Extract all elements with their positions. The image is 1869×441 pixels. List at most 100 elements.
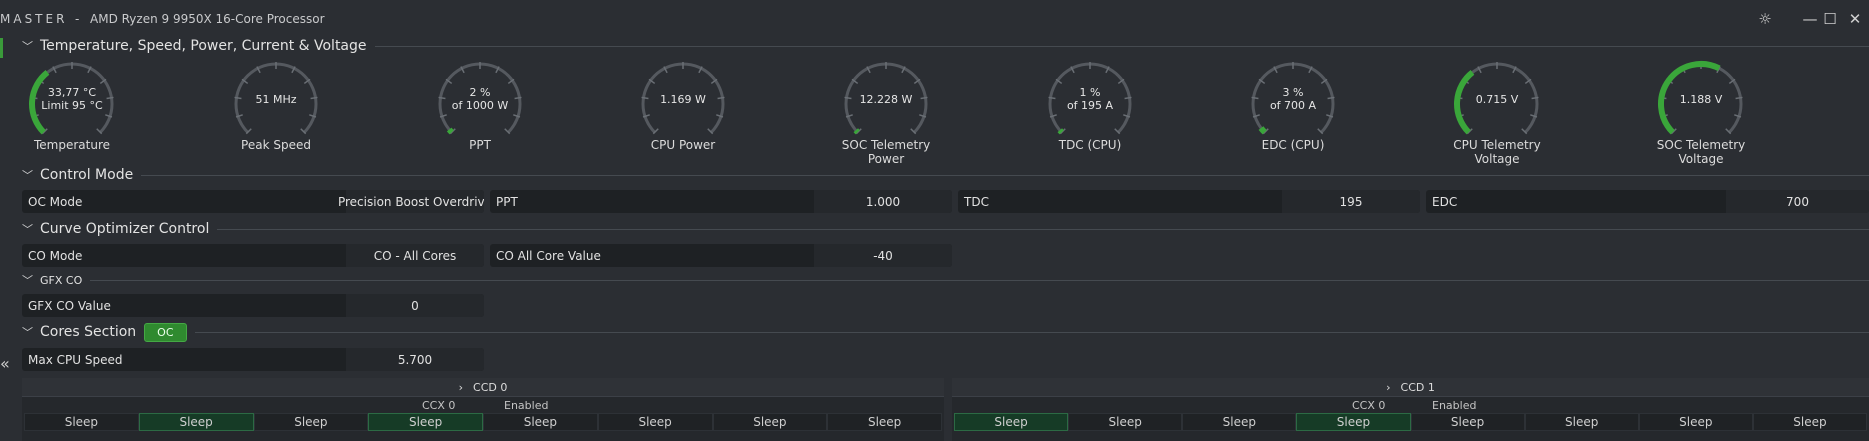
gauge-1: 51 MHz Peak Speed xyxy=(211,60,341,152)
active-tab-indicator xyxy=(0,38,3,58)
co-mode-label: CO Mode xyxy=(28,248,83,263)
maximize-icon[interactable]: ☐ xyxy=(1818,8,1842,30)
ccx-row: CCX 0 Enabled xyxy=(952,397,1869,413)
gauge-4: 12.228 W SOC Telemetry Power xyxy=(821,60,951,166)
core-cell[interactable]: Sleep xyxy=(597,413,713,431)
gauge-label: TDC (CPU) xyxy=(1058,138,1122,152)
oc-mode-label: OC Mode xyxy=(28,194,83,209)
core-cell[interactable]: Sleep xyxy=(712,413,828,431)
gauge-value: 51 MHz xyxy=(255,93,297,106)
section-control-mode[interactable]: ﹀ Control Mode xyxy=(22,164,1869,186)
ccx-name: CCX 0 xyxy=(422,399,456,412)
gauge-value: 3 % xyxy=(1282,86,1304,99)
title-bar: MASTER - AMD Ryzen 9 9950X 16-Core Proce… xyxy=(0,0,1869,38)
co-all-core-row: CO All Core Value -40 xyxy=(490,244,952,267)
ppt-input[interactable]: 1.000 xyxy=(814,190,952,213)
co-all-core-label: CO All Core Value xyxy=(496,248,601,263)
ccd-panel-0: › CCD 0 CCX 0 Enabled Sleep Sleep Sleep Sle… xyxy=(22,378,944,441)
co-mode-select[interactable]: CO - All Cores xyxy=(346,244,484,267)
gauge-fill xyxy=(1057,128,1064,135)
gauge-value: 12.228 W xyxy=(859,93,913,106)
gauge-label: Peak Speed xyxy=(241,138,311,152)
tdc-input[interactable]: 195 xyxy=(1282,190,1420,213)
ccd-name: CCD 0 xyxy=(473,380,508,394)
gauge-label: CPU Telemetry xyxy=(1453,138,1541,152)
core-cell[interactable]: Sleep xyxy=(1182,413,1297,431)
chevron-right-icon: › xyxy=(1386,380,1391,394)
max-cpu-speed-row: Max CPU Speed 5.700 xyxy=(22,348,484,371)
divider xyxy=(90,279,1869,281)
gauge-subvalue: of 195 A xyxy=(1066,99,1114,112)
gauge-label: SOC Telemetry xyxy=(841,138,931,152)
oc-mode-select[interactable]: Precision Boost Overdrive xyxy=(338,190,484,213)
tdc-label: TDC xyxy=(964,194,989,209)
gauge-label: SOC Telemetry xyxy=(1656,138,1746,152)
edc-input[interactable]: 700 xyxy=(1726,190,1869,213)
ccd-header[interactable]: › CCD 1 xyxy=(952,378,1869,397)
core-cell[interactable]: Sleep xyxy=(827,413,942,431)
chevron-down-icon: ﹀ xyxy=(22,223,33,236)
ccd-name: CCD 1 xyxy=(1400,380,1435,394)
core-cell[interactable]: Sleep xyxy=(1296,413,1411,431)
core-cell[interactable]: Sleep xyxy=(1638,413,1753,431)
title-separator: - xyxy=(75,12,80,26)
gauge-subvalue: of 700 A xyxy=(1269,99,1317,112)
gauge-fill xyxy=(853,128,860,135)
core-cell[interactable]: Sleep xyxy=(954,413,1069,431)
chevron-down-icon: ﹀ xyxy=(22,169,33,182)
gauge-0: 33,77 °C Limit 95 °C Temperature xyxy=(7,60,137,152)
core-cell[interactable]: Sleep xyxy=(1410,413,1525,431)
core-row: Sleep Sleep Sleep Sleep Sleep Sleep Sleep Sleep xyxy=(954,413,1867,431)
gauge-value: 1 % xyxy=(1079,86,1101,99)
max-cpu-speed-input[interactable]: 5.700 xyxy=(346,348,484,371)
oc-badge[interactable]: OC xyxy=(144,322,187,342)
ccx-status: Enabled xyxy=(1432,399,1477,412)
app-name: MASTER xyxy=(0,12,68,26)
gauge-2: 2 % of 1000 W PPT xyxy=(415,60,545,152)
divider xyxy=(217,228,1869,230)
section-title: Temperature, Speed, Power, Current & Vol… xyxy=(40,38,367,54)
gauge-8: 1.188 V SOC Telemetry Voltage xyxy=(1636,60,1766,166)
section-temperature[interactable]: ﹀ Temperature, Speed, Power, Current & V… xyxy=(22,35,1869,57)
section-title: GFX CO xyxy=(40,273,83,287)
core-cell[interactable]: Sleep xyxy=(1524,413,1639,431)
gauge-3: 1.169 W CPU Power xyxy=(618,60,748,152)
max-cpu-speed-label: Max CPU Speed xyxy=(28,352,123,367)
gauge-fill xyxy=(446,127,454,135)
collapse-sidebar-icon[interactable]: « xyxy=(0,354,16,373)
ccx-status: Enabled xyxy=(504,399,549,412)
ppt-row: PPT 1.000 xyxy=(490,190,952,213)
core-cell[interactable]: Sleep xyxy=(253,413,369,431)
divider xyxy=(141,174,1869,176)
bug-icon[interactable]: ☼ xyxy=(1753,8,1777,30)
gauge-fill xyxy=(1258,126,1267,135)
divider xyxy=(194,331,1869,333)
gfx-co-input[interactable]: 0 xyxy=(346,294,484,317)
gauge-value: 0.715 V xyxy=(1475,93,1519,106)
section-curve-optimizer[interactable]: ﹀ Curve Optimizer Control xyxy=(22,218,1869,240)
section-gfx-co[interactable]: ﹀ GFX CO xyxy=(22,270,1869,290)
core-row: Sleep Sleep Sleep Sleep Sleep Sleep Sleep Sleep xyxy=(24,413,942,431)
section-cores[interactable]: ﹀ Cores Section OC xyxy=(22,321,1869,343)
tdc-row: TDC 195 xyxy=(958,190,1420,213)
core-cell[interactable]: Sleep xyxy=(368,413,483,431)
gfx-co-row: GFX CO Value 0 xyxy=(22,294,484,317)
core-cell[interactable]: Sleep xyxy=(483,413,598,431)
gfx-co-label: GFX CO Value xyxy=(28,298,111,313)
edc-row: EDC 700 xyxy=(1426,190,1869,213)
ccd-header[interactable]: › CCD 0 xyxy=(22,378,944,397)
close-icon[interactable]: ✕ xyxy=(1843,8,1867,30)
gauge-subvalue: Limit 95 °C xyxy=(41,99,103,112)
gauge-subvalue: of 1000 W xyxy=(451,99,509,112)
section-title: Cores Section xyxy=(40,324,137,340)
gauge-label: CPU Power xyxy=(650,138,716,152)
processor-name: AMD Ryzen 9 9950X 16-Core Processor xyxy=(90,12,325,26)
core-cell[interactable]: Sleep xyxy=(138,413,254,431)
oc-mode-row: OC Mode Precision Boost Overdrive xyxy=(22,190,484,213)
core-cell[interactable]: Sleep xyxy=(1752,413,1867,431)
co-all-core-input[interactable]: -40 xyxy=(814,244,952,267)
core-cell[interactable]: Sleep xyxy=(1068,413,1183,431)
core-cell[interactable]: Sleep xyxy=(24,413,139,431)
gauge-label: PPT xyxy=(469,138,491,152)
chevron-down-icon: ﹀ xyxy=(22,274,33,287)
